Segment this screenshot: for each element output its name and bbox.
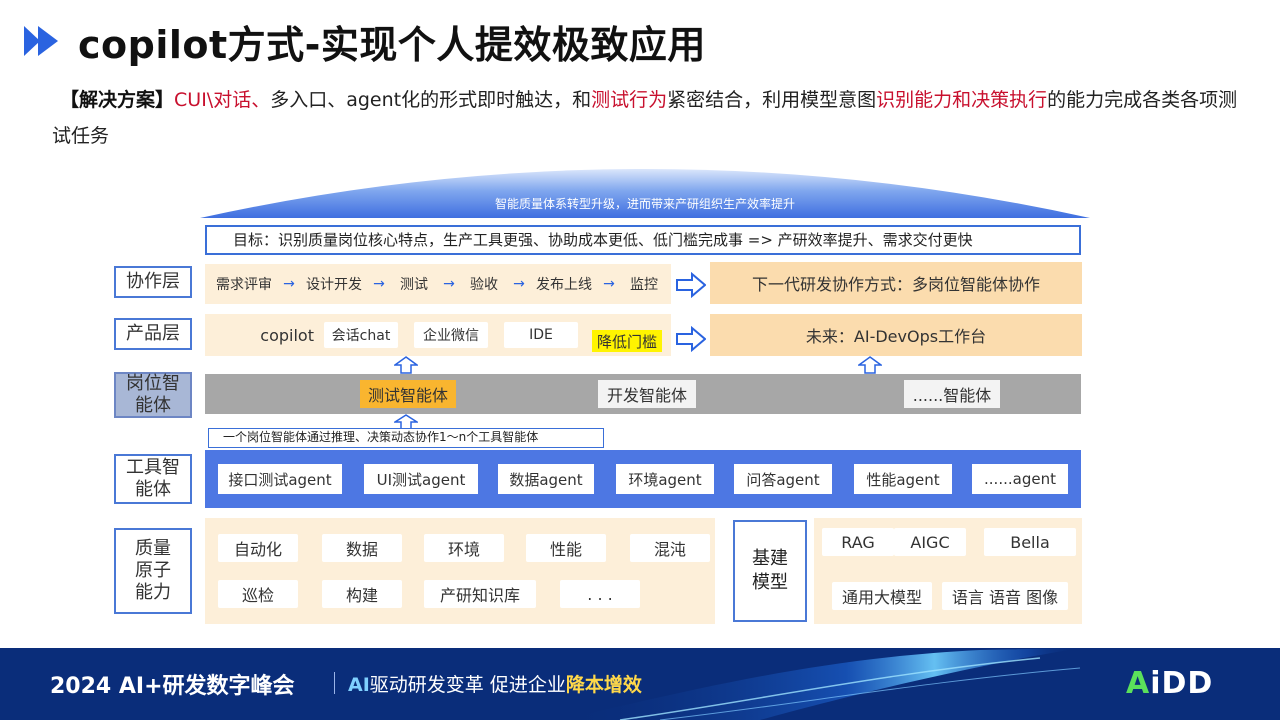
solution-seg-3: 测试行为	[591, 89, 668, 111]
aidd-logo-a: A	[1126, 666, 1151, 701]
footer-slogan: AI驱动研发变革 促进企业降本增效	[348, 670, 642, 697]
solution-seg-5: 识别能力和决策执行	[876, 89, 1048, 111]
goal-box: 目标：识别质量岗位核心特点，生产工具更强、协助成本更低、低门槛完成事 => 产研…	[205, 225, 1081, 255]
base-item-llm: 通用大模型	[832, 582, 932, 610]
base-item-rag: RAG	[822, 528, 894, 556]
product-item-wecom: 企业微信	[414, 322, 488, 348]
layer-label-tool-agent: 工具智能体	[114, 454, 192, 504]
arrow-icon: →	[513, 276, 525, 292]
atomic-item-inspection: 巡检	[218, 580, 298, 608]
up-arrow-icon	[394, 356, 418, 374]
collab-future-text: 下一代研发协作方式：多岗位智能体协作	[751, 275, 1040, 294]
product-item-chat: 会话chat	[324, 322, 398, 348]
layer-label-atomic-text: 质量原子能力	[135, 538, 171, 603]
atomic-item-perf: 性能	[526, 534, 606, 562]
hollow-arrow-icon	[676, 326, 706, 352]
solution-seg-2: 多入口、agent化的形式即时触达，和	[270, 89, 592, 111]
layer-label-collab: 协作层	[114, 266, 192, 298]
atomic-item-automation: 自动化	[218, 534, 298, 562]
solution-bracket: 【解决方案】	[60, 89, 175, 111]
footer-bar: 2024 AI+研发数字峰会 AI驱动研发变革 促进企业降本增效 AiDD	[0, 648, 1280, 720]
lower-barrier-tag: 降低门槛	[592, 330, 662, 352]
atomic-item-build: 构建	[322, 580, 402, 608]
roof-text: 智能质量体系转型升级，进而带来产研组织生产效率提升	[494, 197, 795, 211]
atomic-item-knowledge: 产研知识库	[424, 580, 536, 608]
product-item-ide: IDE	[504, 322, 578, 348]
solution-text: 【解决方案】CUI\对话、多入口、agent化的形式即时触达，和测试行为紧密结合…	[52, 82, 1242, 154]
base-item-modalities: 语言 语音 图像	[942, 582, 1068, 610]
footer-slogan-highlight: 降本增效	[565, 674, 642, 696]
collab-step-4: 验收	[470, 277, 498, 293]
solution-seg-4: 紧密结合，利用模型意图	[667, 89, 877, 111]
tool-agent-api: 接口测试agent	[218, 464, 342, 494]
aidd-logo-rest: iDD	[1150, 666, 1214, 701]
layer-label-tool-agent-text: 工具智能体	[126, 457, 180, 500]
product-future-text: 未来：AI-DevOps工作台	[805, 327, 987, 346]
arrow-icon: →	[283, 276, 295, 292]
layer-label-role-agent-text: 岗位智能体	[126, 373, 180, 416]
arrow-icon: →	[373, 276, 385, 292]
collab-step-2: 设计开发	[306, 277, 362, 293]
role-agent-more: ......智能体	[904, 380, 1000, 408]
tool-note: 一个岗位智能体通过推理、决策动态协作1～n个工具智能体	[208, 428, 604, 448]
layer-label-role-agent: 岗位智能体	[114, 372, 192, 418]
product-item-copilot: copilot	[260, 325, 314, 345]
title-chevron-icon	[24, 26, 58, 56]
atomic-item-env: 环境	[424, 534, 504, 562]
tool-agent-env: 环境agent	[616, 464, 714, 494]
arrow-icon: →	[443, 276, 455, 292]
hollow-arrow-icon	[676, 272, 706, 298]
tool-agent-perf: 性能agent	[854, 464, 952, 494]
collab-step-3: 测试	[400, 277, 428, 293]
slide-title: copilot方式-实现个人提效极致应用	[78, 23, 706, 67]
base-item-bella: Bella	[984, 528, 1076, 556]
layer-label-atomic: 质量原子能力	[114, 528, 192, 614]
up-arrow-icon	[858, 356, 882, 374]
role-agent-test: 测试智能体	[360, 380, 456, 408]
atomic-item-chaos: 混沌	[630, 534, 710, 562]
tool-agent-more: ......agent	[972, 464, 1068, 494]
tool-agent-ui: UI测试agent	[364, 464, 478, 494]
collab-step-5: 发布上线	[536, 277, 592, 293]
solution-seg-1: CUI\对话、	[174, 89, 271, 111]
footer-slogan-ai: AI	[348, 674, 370, 696]
footer-separator	[334, 672, 335, 694]
atomic-item-more: . . .	[560, 580, 640, 608]
atomic-item-data: 数据	[322, 534, 402, 562]
role-agent-dev: 开发智能体	[598, 380, 696, 408]
footer-event-name: 2024 AI+研发数字峰会	[50, 674, 295, 699]
arrow-icon: →	[603, 276, 615, 292]
layer-label-product: 产品层	[114, 318, 192, 350]
footer-slogan-mid: 驱动研发变革 促进企业	[369, 674, 566, 696]
base-model-label: 基建模型	[733, 520, 807, 622]
tool-agent-data: 数据agent	[498, 464, 594, 494]
base-model-label-text: 基建模型	[752, 548, 788, 593]
collab-step-6: 监控	[630, 277, 658, 293]
tool-agent-qa: 问答agent	[734, 464, 832, 494]
aidd-logo: AiDD	[1126, 666, 1213, 701]
base-item-aigc: AIGC	[894, 528, 966, 556]
collab-step-1: 需求评审	[216, 277, 272, 293]
